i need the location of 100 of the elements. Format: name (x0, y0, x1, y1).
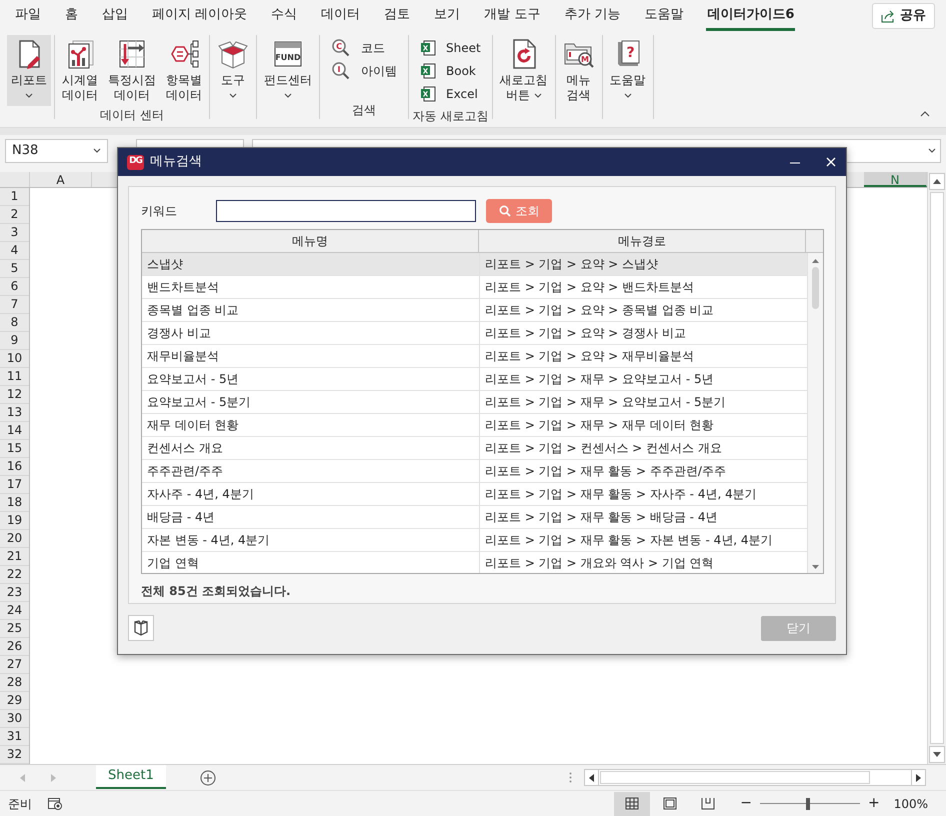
ribbon-button[interactable]: FUND 펀드센터 (260, 35, 316, 106)
table-row[interactable]: 요약보고서 - 5분기 리포트 > 기업 > 재무 > 요약보고서 - 5분기 (142, 391, 808, 414)
row-header[interactable]: 2 (0, 206, 29, 224)
table-row[interactable]: 재무 데이터 현황 리포트 > 기업 > 재무 > 재무 데이터 현황 (142, 414, 808, 437)
table-row[interactable]: 주주관련/주주 리포트 > 기업 > 재무 활동 > 주주관련/주주 (142, 460, 808, 483)
ribbon-tab[interactable]: 수식 (270, 1, 298, 31)
collapse-icon[interactable] (920, 111, 930, 117)
row-header[interactable]: 22 (0, 566, 29, 584)
scroll-down-icon[interactable] (812, 565, 819, 569)
table-row[interactable]: 스냅샷 리포트 > 기업 > 요약 > 스냅샷 (142, 253, 808, 276)
row-header[interactable]: 9 (0, 332, 29, 350)
row-header[interactable]: 32 (0, 746, 29, 764)
row-header[interactable]: 14 (0, 422, 29, 440)
row-header[interactable]: 7 (0, 296, 29, 314)
zoom-in-button[interactable]: + (868, 793, 880, 814)
share-button[interactable]: 공유 (872, 3, 935, 29)
zoom-percent[interactable]: 100% (894, 794, 928, 812)
ribbon-tab[interactable]: 추가 기능 (563, 1, 622, 31)
scroll-down-icon[interactable] (933, 752, 941, 757)
ribbon-button[interactable]: M 메뉴 검색 (558, 35, 599, 106)
ribbon-tab[interactable]: 홈 (64, 1, 79, 31)
row-header[interactable]: 16 (0, 458, 29, 476)
table-row[interactable]: 재무비율분석 리포트 > 기업 > 요약 > 재무비율분석 (142, 345, 808, 368)
table-row[interactable]: 종목별 업종 비교 리포트 > 기업 > 요약 > 종목별 업종 비교 (142, 299, 808, 322)
row-header[interactable]: 4 (0, 242, 29, 260)
ribbon-button[interactable]: 시계열 데이터 (58, 35, 102, 106)
page-break-icon (701, 797, 716, 810)
table-row[interactable]: 밴드차트분석 리포트 > 기업 > 요약 > 밴드차트분석 (142, 276, 808, 299)
column-header[interactable]: N (864, 172, 927, 187)
row-header[interactable]: 3 (0, 224, 29, 242)
view-button[interactable] (614, 792, 650, 816)
row-header[interactable]: 27 (0, 656, 29, 674)
row-header[interactable]: 21 (0, 548, 29, 566)
table-row[interactable]: 자본 변동 - 4년, 4분기 리포트 > 기업 > 재무 활동 > 자본 변동 - 4년, 4분기 (142, 529, 808, 552)
window-title: 메뉴검색 (150, 153, 202, 172)
scroll-right-icon[interactable] (916, 774, 921, 782)
slider-thumb[interactable] (806, 798, 810, 810)
table-row[interactable]: 경쟁사 비교 리포트 > 기업 > 요약 > 경쟁사 비교 (142, 322, 808, 345)
ribbon-button[interactable]: 새로고침 버튼 (496, 35, 552, 106)
row-header[interactable]: 28 (0, 674, 29, 692)
ribbon-button[interactable]: 리포트 (7, 35, 51, 106)
row-header[interactable]: 1 (0, 188, 29, 206)
column-header[interactable]: 메뉴경로 (479, 230, 806, 252)
scroll-left-icon[interactable] (589, 774, 594, 782)
row-header[interactable]: 24 (0, 602, 29, 620)
column-header[interactable]: 메뉴명 (142, 230, 480, 252)
vertical-scrollbar[interactable] (927, 172, 946, 764)
ribbon-button[interactable]: 항목별 데이터 (162, 35, 206, 106)
row-header[interactable]: 20 (0, 530, 29, 548)
row-header[interactable]: 15 (0, 440, 29, 458)
row-header[interactable]: 30 (0, 710, 29, 728)
ribbon-tab[interactable]: 데이터가이드6 (706, 1, 796, 31)
name-box[interactable]: N38 (5, 138, 108, 162)
ribbon-tab[interactable]: 파일 (14, 1, 42, 31)
more-icon[interactable] (569, 772, 572, 783)
manual-button[interactable] (128, 615, 154, 641)
row-header[interactable]: 31 (0, 728, 29, 746)
row-header[interactable]: 13 (0, 404, 29, 422)
row-header[interactable]: 18 (0, 494, 29, 512)
table-row[interactable]: 배당금 - 4년 리포트 > 기업 > 재무 활동 > 배당금 - 4년 (142, 506, 808, 529)
row-header[interactable]: 25 (0, 620, 29, 638)
scroll-up-icon[interactable] (812, 259, 819, 263)
ribbon-button[interactable]: 특정시점 데이터 (104, 35, 160, 106)
close-icon[interactable] (826, 157, 836, 167)
row-header[interactable]: 29 (0, 692, 29, 710)
table-scrollbar[interactable] (808, 253, 823, 573)
table-row[interactable]: 자사주 - 4년, 4분기 리포트 > 기업 > 재무 활동 > 자사주 - 4년, 4분기 (142, 483, 808, 506)
horizontal-scrollbar[interactable] (584, 769, 926, 786)
row-header[interactable]: 17 (0, 476, 29, 494)
row-header[interactable]: 23 (0, 584, 29, 602)
add-sheet-icon[interactable] (200, 770, 216, 786)
ribbon-button[interactable]: I 아이템 (327, 60, 401, 82)
macro-record-icon[interactable] (48, 798, 62, 810)
ribbon-tab[interactable]: 삽입 (101, 1, 129, 31)
keyword-field[interactable] (216, 200, 476, 222)
scrollbar-thumb[interactable] (600, 771, 870, 784)
ribbon-tab[interactable]: 도움말 (643, 1, 684, 31)
row-header[interactable]: 12 (0, 386, 29, 404)
ribbon-button[interactable]: C 코드 (327, 37, 401, 59)
row-header[interactable]: 19 (0, 512, 29, 530)
column-header[interactable]: A (30, 172, 92, 187)
ribbon-tab[interactable]: 검토 (383, 1, 412, 31)
table-row[interactable]: 컨센서스 개요 리포트 > 기업 > 컨센서스 > 컨센서스 개요 (142, 437, 808, 460)
ribbon-tab[interactable]: 보기 (433, 1, 462, 31)
table-row[interactable]: 요약보고서 - 5년 리포트 > 기업 > 재무 > 요약보고서 - 5년 (142, 368, 808, 391)
row-header[interactable]: 6 (0, 278, 29, 296)
scroll-up-icon[interactable] (933, 179, 941, 184)
sheet-tab[interactable]: Sheet1 (96, 765, 166, 789)
ribbon-tab[interactable]: 데이터 (320, 1, 362, 31)
row-header[interactable]: 5 (0, 260, 29, 278)
row-header[interactable]: 26 (0, 638, 29, 656)
ribbon-button[interactable]: 도구 (213, 35, 253, 106)
ribbon-tab[interactable]: 페이지 레이아웃 (151, 1, 248, 31)
row-header[interactable]: 10 (0, 350, 29, 368)
row-header[interactable]: 11 (0, 368, 29, 386)
row-header[interactable]: 8 (0, 314, 29, 332)
zoom-out-button[interactable]: − (740, 793, 752, 814)
scrollbar-thumb[interactable] (812, 267, 819, 309)
ribbon-tab[interactable]: 개발 도구 (483, 1, 542, 31)
ribbon-button[interactable]: ? 도움말 (606, 35, 650, 106)
